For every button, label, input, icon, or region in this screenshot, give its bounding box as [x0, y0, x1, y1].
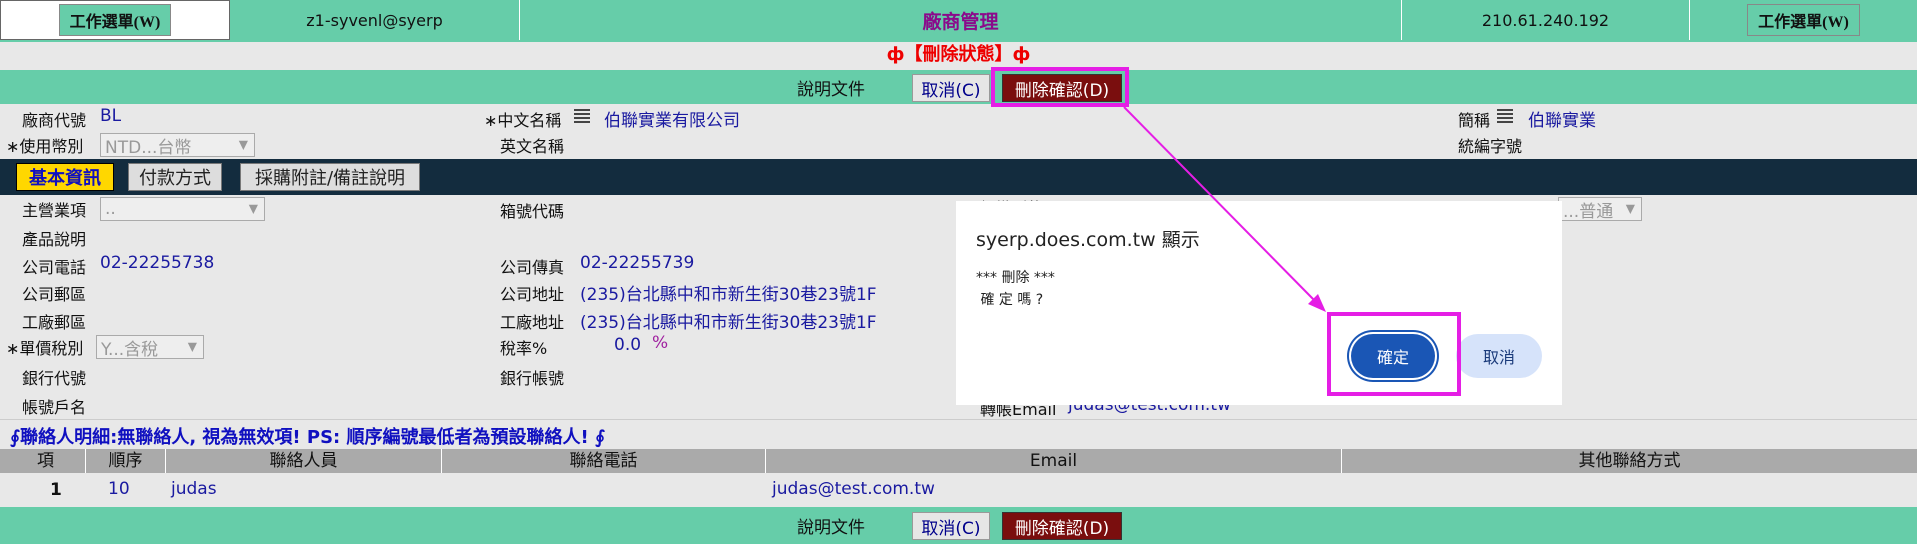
annotation-arrow-icon [1123, 106, 1326, 312]
